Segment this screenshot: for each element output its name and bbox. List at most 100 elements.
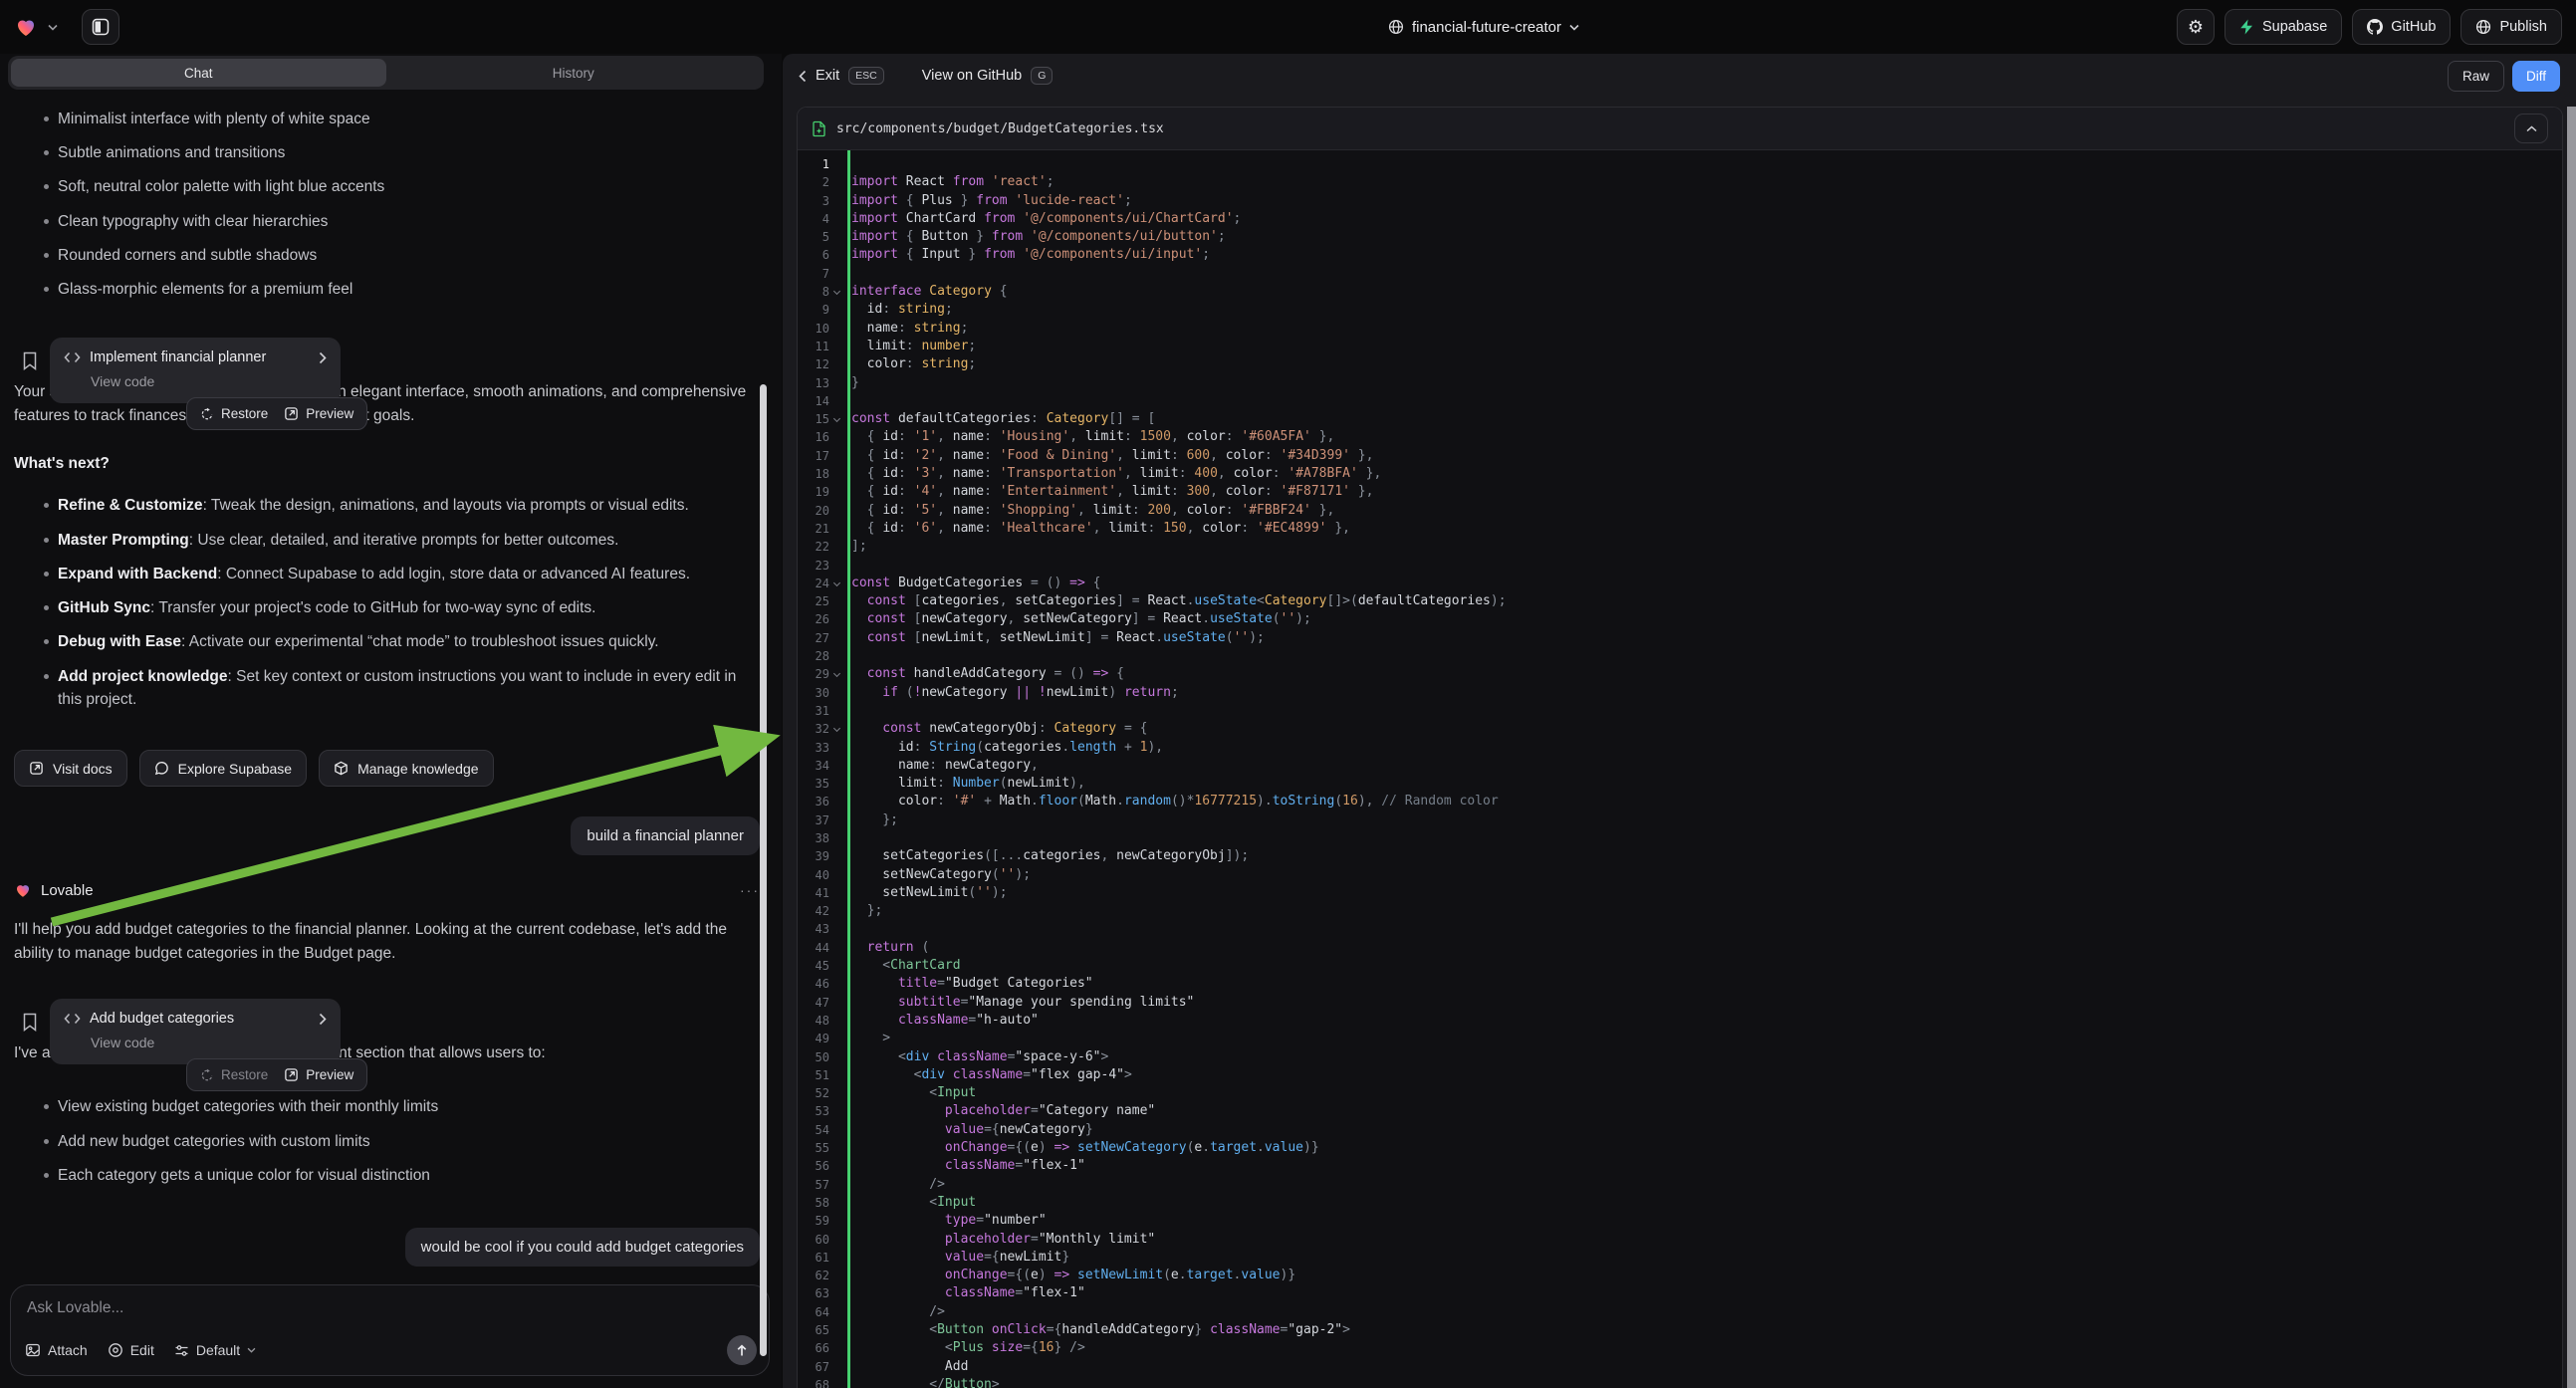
line-number: 27	[798, 629, 841, 647]
lovable-logo-heart-icon[interactable]	[14, 15, 38, 39]
preview-button[interactable]: Preview	[284, 1067, 353, 1082]
code-line: 14	[798, 392, 2562, 410]
raw-toggle-button[interactable]: Raw	[2448, 61, 2504, 92]
code-line: 2import React from 'react';	[798, 173, 2562, 191]
restore-button[interactable]: Restore	[200, 1067, 268, 1082]
collapse-file-button[interactable]	[2514, 114, 2548, 143]
chat-heading: What's next?	[14, 455, 760, 473]
line-number: 28	[798, 647, 841, 665]
tab-history[interactable]: History	[386, 59, 762, 87]
code-text: name: newCategory,	[841, 757, 1039, 775]
bookmark-icon[interactable]	[22, 1013, 38, 1032]
chat-bullet-item: Refine & Customize: Tweak the design, an…	[14, 494, 753, 517]
code-text: const handleAddCategory = () => {	[841, 665, 1124, 683]
supabase-button[interactable]: Supabase	[2225, 9, 2342, 45]
line-number: 56	[798, 1157, 841, 1175]
fold-chevron-icon[interactable]	[833, 288, 840, 295]
tab-chat[interactable]: Chat	[11, 59, 386, 87]
diff-toggle-button[interactable]: Diff	[2512, 61, 2560, 92]
code-line: 67 Add	[798, 1358, 2562, 1376]
line-number: 44	[798, 939, 841, 957]
line-number: 45	[798, 957, 841, 975]
chip-explore-supabase[interactable]: Explore Supabase	[139, 750, 307, 787]
code-line: 32 const newCategoryObj: Category = {	[798, 720, 2562, 738]
model-selector[interactable]: Default	[174, 1342, 256, 1358]
line-number: 6	[798, 246, 841, 264]
sidebar-toggle-button[interactable]	[82, 9, 119, 45]
chip-visit-docs[interactable]: Visit docs	[14, 750, 127, 787]
restore-button[interactable]: Restore	[200, 406, 268, 421]
edit-label: Edit	[130, 1342, 154, 1358]
code-text: { id: '3', name: 'Transportation', limit…	[841, 465, 1381, 483]
code-line: 21 { id: '6', name: 'Healthcare', limit:…	[798, 520, 2562, 538]
code-editor: src/components/budget/BudgetCategories.t…	[797, 107, 2563, 1388]
line-number: 26	[798, 610, 841, 628]
chat-bullet-list: Refine & Customize: Tweak the design, an…	[14, 483, 760, 722]
code-area[interactable]: 1 2import React from 'react';3import { P…	[798, 150, 2562, 1388]
github-button[interactable]: GitHub	[2352, 9, 2451, 45]
fold-chevron-icon[interactable]	[833, 415, 840, 422]
app-window: financial-future-creator ⚙ Supabase GitH…	[0, 0, 2576, 1388]
chat-scrollbar[interactable]	[760, 384, 767, 1356]
exit-button[interactable]: Exit ESC	[799, 67, 884, 85]
more-menu-button[interactable]: ···	[740, 882, 760, 898]
send-button[interactable]	[727, 1335, 757, 1365]
code-line: 41 setNewLimit('');	[798, 884, 2562, 902]
fold-chevron-icon[interactable]	[833, 670, 840, 677]
attach-button[interactable]: Attach	[25, 1342, 88, 1358]
line-number: 66	[798, 1339, 841, 1357]
bookmark-icon[interactable]	[22, 351, 38, 370]
chat-bullet-item: Soft, neutral color palette with light b…	[14, 175, 753, 198]
line-number: 17	[798, 447, 841, 465]
code-text: setNewCategory('');	[841, 866, 1031, 884]
restore-icon	[200, 1068, 214, 1082]
fold-chevron-icon[interactable]	[833, 725, 840, 732]
code-line: 36 color: '#' + Math.floor(Math.random()…	[798, 793, 2562, 810]
edit-mode-button[interactable]: Edit	[108, 1342, 154, 1358]
code-line: 60 placeholder="Monthly limit"	[798, 1231, 2562, 1249]
code-text: import React from 'react';	[841, 173, 1054, 191]
view-code-link[interactable]: View code	[91, 373, 327, 389]
code-line: 33 id: String(categories.length + 1),	[798, 739, 2562, 757]
line-number: 39	[798, 847, 841, 865]
tool-card[interactable]: Implement financial plannerView code	[50, 338, 341, 403]
publish-button[interactable]: Publish	[2460, 9, 2562, 45]
user-message-row: build a financial planner	[14, 816, 760, 855]
project-switcher[interactable]: financial-future-creator	[791, 19, 2177, 36]
restore-label: Restore	[221, 1067, 268, 1082]
line-number: 53	[798, 1102, 841, 1120]
settings-button[interactable]: ⚙	[2177, 9, 2215, 45]
fold-chevron-icon[interactable]	[833, 579, 840, 586]
code-scrollbar[interactable]	[2567, 107, 2576, 1388]
code-line: 19 { id: '4', name: 'Entertainment', lim…	[798, 483, 2562, 501]
restore-icon	[200, 407, 214, 421]
preview-button[interactable]: Preview	[284, 406, 353, 421]
bullet-dot-icon	[44, 1173, 49, 1178]
code-icon	[64, 351, 81, 363]
external-link-icon	[29, 761, 44, 776]
chevron-down-icon[interactable]	[48, 24, 58, 31]
code-text: { id: '4', name: 'Entertainment', limit:…	[841, 483, 1373, 501]
bullet-dot-icon	[44, 1139, 49, 1144]
model-label: Default	[196, 1342, 240, 1358]
heart-icon	[14, 881, 32, 899]
line-number: 5	[798, 228, 841, 246]
tool-card[interactable]: Add budget categoriesView code	[50, 999, 341, 1064]
code-text: <Input	[841, 1194, 976, 1212]
sliders-icon	[174, 1343, 189, 1358]
chat-input[interactable]	[27, 1299, 682, 1317]
code-line: 61 value={newLimit}	[798, 1249, 2562, 1267]
line-number: 31	[798, 702, 841, 720]
view-code-link[interactable]: View code	[91, 1035, 327, 1050]
chip-manage-knowledge[interactable]: Manage knowledge	[319, 750, 493, 787]
line-number: 30	[798, 684, 841, 702]
code-text: return (	[841, 939, 929, 957]
code-text: <div className="space-y-6">	[841, 1048, 1108, 1066]
code-line: 5import { Button } from '@/components/ui…	[798, 228, 2562, 246]
line-number: 62	[798, 1267, 841, 1284]
code-line: 44 return (	[798, 939, 2562, 957]
line-number: 48	[798, 1012, 841, 1030]
globe-icon	[1388, 19, 1404, 35]
view-on-github-button[interactable]: View on GitHub G	[922, 67, 1054, 85]
bullet-dot-icon	[44, 219, 49, 224]
